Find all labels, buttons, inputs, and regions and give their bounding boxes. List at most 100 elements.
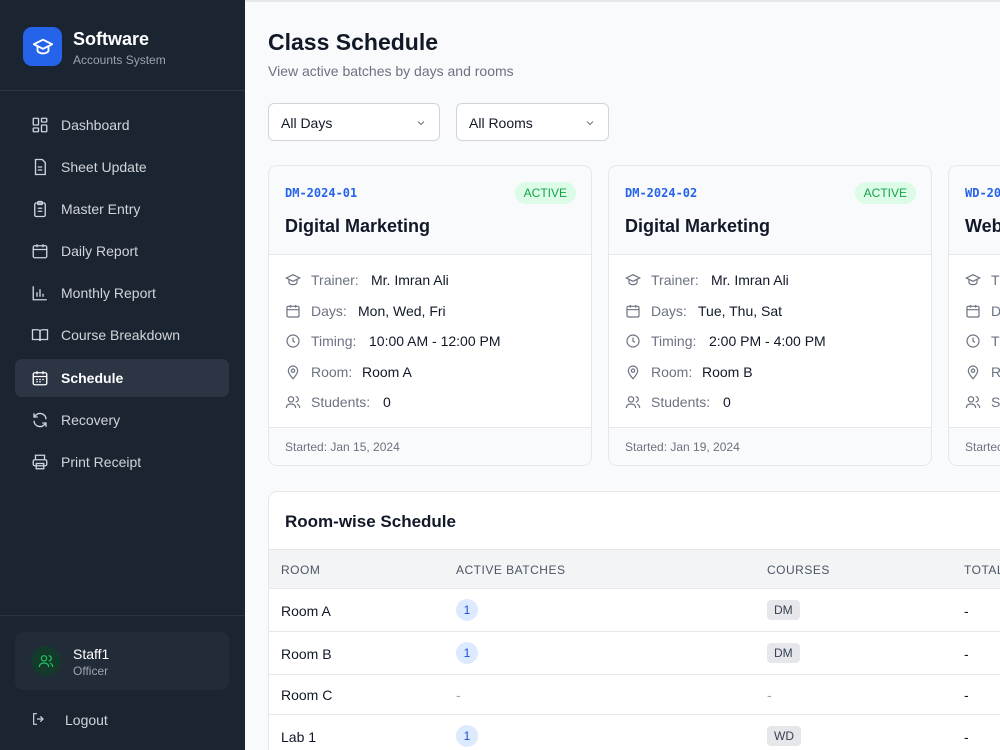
table-header: ROOM ACTIVE BATCHES COURSES TOTAL <box>269 549 1000 589</box>
sidebar-item-master-entry[interactable]: Master Entry <box>15 190 229 228</box>
batch-card[interactable]: DM-2024-02 ACTIVE Digital Marketing Trai… <box>608 165 932 466</box>
rooms-filter-select[interactable]: All Rooms <box>456 103 609 141</box>
calendar-icon <box>32 244 48 259</box>
user-role: Officer <box>73 664 109 678</box>
brand-title: Software <box>73 29 150 49</box>
sidebar-item-label: Course Breakdown <box>61 327 181 343</box>
clipboard-icon <box>34 200 46 218</box>
column-header-room: ROOM <box>281 563 321 577</box>
sidebar-item-sheet-update[interactable]: Sheet Update <box>15 148 229 186</box>
active-batches-count: 1 <box>456 642 478 664</box>
trainer-row: Trainer: Mr. Imran Ali <box>285 270 575 290</box>
sidebar-item-course-breakdown[interactable]: Course Breakdown <box>15 316 229 354</box>
batch-card-footer: Started: Jan 19, 2024 <box>609 427 931 465</box>
days-filter-select[interactable]: All Days <box>268 103 440 141</box>
room-cell: Room B <box>281 646 332 662</box>
room-schedule-title: Room-wise Schedule <box>285 512 456 531</box>
batch-card[interactable]: DM-2024-01 ACTIVE Digital Marketing Trai… <box>268 165 592 466</box>
users-icon <box>285 396 301 409</box>
timing-row: Timing: 2:00 PM - 4:00 PM <box>625 331 915 351</box>
sidebar-item-daily-report[interactable]: Daily Report <box>15 232 229 270</box>
graduation-cap-icon <box>23 27 62 66</box>
user-name: Staff1 <box>73 646 110 662</box>
batch-card-header: DM-2024-02 ACTIVE Digital Marketing <box>609 166 931 255</box>
room-cell: Lab 1 <box>281 729 317 745</box>
calendar-days-icon <box>32 371 48 386</box>
active-batches-count: 1 <box>456 725 478 747</box>
batch-card[interactable]: WD-20 Web T D T R S <box>948 165 1000 466</box>
graduation-cap-icon <box>285 273 301 286</box>
batch-card-header: WD-20 Web <box>949 166 1000 255</box>
chevron-down-icon <box>417 121 425 126</box>
calendar-icon <box>966 305 980 318</box>
table-row: Room A 1 DM - <box>269 589 1000 632</box>
sidebar-item-dashboard[interactable]: Dashboard <box>15 106 229 144</box>
room-row: R <box>965 362 1000 382</box>
document-sheet-icon <box>34 158 46 176</box>
days-row: Days: Tue, Thu, Sat <box>625 301 915 321</box>
open-book-icon <box>31 329 49 342</box>
clock-icon <box>626 334 640 348</box>
users-icon <box>625 396 641 409</box>
bar-chart-icon <box>32 286 47 301</box>
days-label: Days: <box>311 303 347 319</box>
sidebar-item-recovery[interactable]: Recovery <box>15 401 229 439</box>
table-row: Room B 1 DM - <box>269 632 1000 675</box>
batch-code: WD-20 <box>965 186 1000 200</box>
total-cell: - <box>964 687 969 703</box>
timing-label: Timing: <box>651 333 697 349</box>
batch-code: DM-2024-01 <box>285 186 358 200</box>
trainer-row: Trainer: Mr. Imran Ali <box>625 270 915 290</box>
timing-row: Timing: 10:00 AM - 12:00 PM <box>285 331 575 351</box>
refresh-icon <box>33 412 47 428</box>
students-value: 0 <box>383 394 391 410</box>
main-content: Class Schedule View active batches by da… <box>245 0 1000 750</box>
room-row: Room: Room B <box>625 362 915 382</box>
page-title: Class Schedule <box>268 29 439 55</box>
chevron-down-icon <box>586 121 594 126</box>
table-row: Lab 1 1 WD - <box>269 715 1000 750</box>
graduation-cap-icon <box>625 273 641 286</box>
logout-button[interactable]: Logout <box>15 706 229 734</box>
brand-header: Software Accounts System <box>0 0 245 91</box>
students-row: Students: 0 <box>625 392 915 412</box>
logout-label: Logout <box>65 712 108 728</box>
batch-card-footer: Started: Jan 15, 2024 <box>269 427 591 465</box>
calendar-icon <box>286 305 300 318</box>
students-label: Students: <box>651 394 711 410</box>
brand-subtitle: Accounts System <box>73 53 166 67</box>
sidebar-item-print-receipt[interactable]: Print Receipt <box>15 443 229 481</box>
status-badge: ACTIVE <box>854 182 916 204</box>
rooms-filter-value: All Rooms <box>469 115 533 131</box>
trainer-value: Mr. Imran Ali <box>711 272 789 288</box>
timing-value: 10:00 AM - 12:00 PM <box>369 333 501 349</box>
page-subtitle: View active batches by days and rooms <box>268 63 514 79</box>
graduation-cap-icon <box>965 273 981 286</box>
sidebar-item-monthly-report[interactable]: Monthly Report <box>15 274 229 312</box>
sidebar-item-schedule[interactable]: Schedule <box>15 359 229 397</box>
clock-icon <box>966 334 980 348</box>
column-header-active-batches: ACTIVE BATCHES <box>456 563 566 577</box>
batch-card-header: DM-2024-01 ACTIVE Digital Marketing <box>269 166 591 255</box>
room-value: Room A <box>362 364 412 380</box>
total-cell: - <box>964 646 969 662</box>
table-row: Room C - - - <box>269 675 1000 715</box>
trainer-label: Trainer: <box>651 272 699 288</box>
users-icon <box>38 655 54 668</box>
avatar <box>31 646 61 676</box>
active-batches-count: - <box>456 687 461 703</box>
sidebar-item-label: Recovery <box>61 412 121 428</box>
course-code-tag: WD <box>767 726 801 746</box>
map-pin-icon <box>967 365 979 380</box>
users-icon <box>965 396 981 409</box>
column-header-total: TOTAL <box>964 563 1000 577</box>
printer-icon <box>32 454 48 470</box>
days-value: Tue, Thu, Sat <box>698 303 783 319</box>
sidebar-item-label: Schedule <box>61 370 124 386</box>
course-code-tag: DM <box>767 600 800 620</box>
sidebar-footer: Staff1 Officer Logout <box>0 615 245 750</box>
days-filter-value: All Days <box>281 115 333 131</box>
students-label: Students: <box>311 394 371 410</box>
batch-course-title: Web <box>965 216 1000 236</box>
app: Software Accounts System Dashboard Sheet… <box>0 0 1000 750</box>
